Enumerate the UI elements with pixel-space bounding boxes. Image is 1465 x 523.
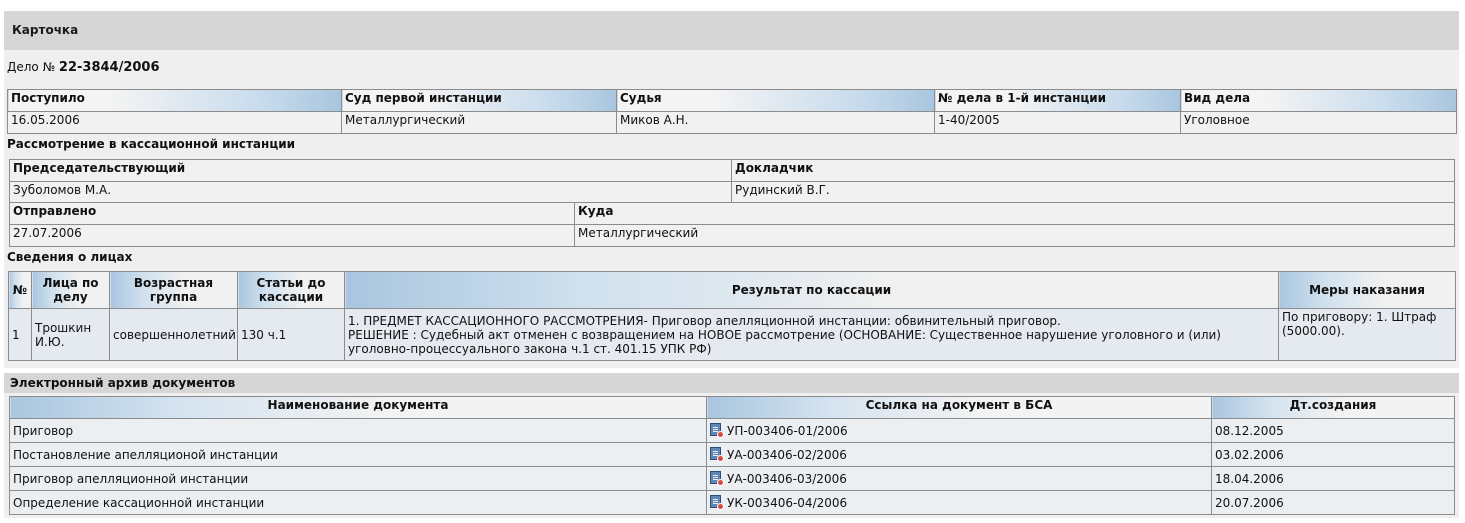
table-row: Приговор апелляционной инстанции УА-0034…	[9, 466, 1455, 491]
header-sent: Отправлено	[9, 202, 575, 225]
doc-link-cell[interactable]: УА-003406-02/2006	[706, 442, 1212, 467]
case-number-line: Дело № 22-3844/2006	[7, 60, 160, 76]
rapporteur: Рудинский В.Г.	[731, 181, 1455, 204]
doc-name: Приговор апелляционной инстанции	[9, 466, 707, 491]
header-first-case-number: № дела в 1-й инстанции	[934, 89, 1181, 112]
document-icon[interactable]	[710, 447, 724, 462]
case-main-table: Поступило Суд первой инстанции Судья № д…	[7, 89, 1457, 134]
doc-link[interactable]: УА-003406-03/2006	[727, 472, 847, 486]
doc-name: Приговор	[9, 418, 707, 443]
cassation-panel-table: Председательствующий Докладчик Зуболомов…	[9, 159, 1455, 204]
person-name: Трошкин И.Ю.	[31, 308, 110, 361]
person-result: 1. ПРЕДМЕТ КАССАЦИОННОГО РАССМОТРЕНИЯ- П…	[344, 308, 1279, 361]
document-icon[interactable]	[710, 423, 724, 438]
table-row: 1 Трошкин И.Ю. совершеннолетний 130 ч.1 …	[8, 308, 1456, 361]
doc-link[interactable]: УА-003406-02/2006	[727, 448, 847, 462]
presiding-judge: Зуболомов М.А.	[9, 181, 732, 204]
header-num: №	[8, 271, 32, 309]
table-row: Приговор УП-003406-01/2006 08.12.2005	[9, 418, 1455, 443]
case-number: 22-3844/2006	[58, 60, 160, 75]
result-decision: РЕШЕНИЕ : Судебный акт отменен с возвращ…	[348, 327, 1221, 356]
document-icon[interactable]	[710, 495, 724, 510]
persons-table: № Лица по делу Возрастная группа Статьи …	[8, 271, 1456, 361]
doc-link-cell[interactable]: УП-003406-01/2006	[706, 418, 1212, 443]
cassation-section-title: Рассмотрение в кассационной инстанции	[7, 137, 296, 151]
sent-date: 27.07.2006	[9, 224, 575, 247]
header-destination: Куда	[574, 202, 1455, 225]
person-articles: 130 ч.1	[237, 308, 345, 361]
doc-date: 18.04.2006	[1211, 466, 1455, 491]
doc-date: 20.07.2006	[1211, 490, 1455, 515]
header-doc-name: Наименование документа	[9, 396, 707, 419]
destination: Металлургический	[574, 224, 1455, 247]
header-first-court: Суд первой инстанции	[341, 89, 617, 112]
judge: Миков А.Н.	[616, 111, 935, 134]
table-row: Определение кассационной инстанции УК-00…	[9, 490, 1455, 515]
doc-date: 03.02.2006	[1211, 442, 1455, 467]
doc-date: 08.12.2005	[1211, 418, 1455, 443]
doc-name: Определение кассационной инстанции	[9, 490, 707, 515]
header-doc-link: Ссылка на документ в БСА	[706, 396, 1212, 419]
documents-table: Наименование документа Ссылка на докумен…	[9, 396, 1455, 515]
doc-link[interactable]: УП-003406-01/2006	[727, 424, 848, 438]
received-date: 16.05.2006	[7, 111, 342, 134]
header-age-group: Возрастная группа	[109, 271, 238, 309]
header-result: Результат по кассации	[344, 271, 1279, 309]
doc-link-cell[interactable]: УА-003406-03/2006	[706, 466, 1212, 491]
header-received: Поступило	[7, 89, 342, 112]
header-punishment: Меры наказания	[1278, 271, 1456, 309]
header-judge: Судья	[616, 89, 935, 112]
case-prefix: Дело №	[7, 60, 56, 74]
header-case-type: Вид дела	[1180, 89, 1457, 112]
person-age-group: совершеннолетний	[109, 308, 238, 361]
header-doc-date: Дт.создания	[1211, 396, 1455, 419]
doc-link-cell[interactable]: УК-003406-04/2006	[706, 490, 1212, 515]
doc-name: Постановление апелляционой инстанции	[9, 442, 707, 467]
card-title: Карточка	[4, 11, 1459, 50]
header-rapporteur: Докладчик	[731, 159, 1455, 182]
archive-title: Электронный архив документов	[4, 373, 1459, 393]
header-articles: Статьи до кассации	[237, 271, 345, 309]
persons-section-title: Сведения о лицах	[7, 250, 133, 264]
document-icon[interactable]	[710, 471, 724, 486]
person-punishment: По приговору: 1. Штраф (5000.00).	[1278, 308, 1456, 361]
first-court: Металлургический	[341, 111, 617, 134]
first-case-number: 1-40/2005	[934, 111, 1181, 134]
case-type: Уголовное	[1180, 111, 1457, 134]
person-num: 1	[8, 308, 32, 361]
result-subject: 1. ПРЕДМЕТ КАССАЦИОННОГО РАССМОТРЕНИЯ- П…	[348, 313, 1061, 328]
doc-link[interactable]: УК-003406-04/2006	[727, 496, 847, 510]
table-row: Постановление апелляционой инстанции УА-…	[9, 442, 1455, 467]
header-person: Лица по делу	[31, 271, 110, 309]
header-presiding: Председательствующий	[9, 159, 732, 182]
cassation-sent-table: Отправлено Куда 27.07.2006 Металлургичес…	[9, 202, 1455, 247]
